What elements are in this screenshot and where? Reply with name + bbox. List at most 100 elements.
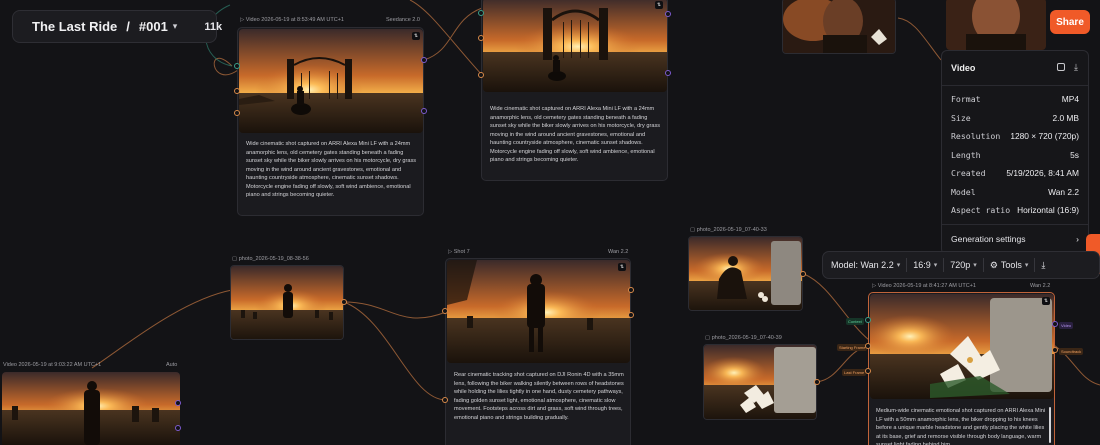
input-port[interactable] bbox=[865, 368, 871, 374]
image-node-thumbnail[interactable] bbox=[688, 236, 803, 311]
node-timestamp-label: Video 2026-05-19 at 9:03:22 AM UTC+1 bbox=[3, 362, 102, 368]
member-count: 11k bbox=[204, 20, 223, 33]
node-thumbnail bbox=[483, 0, 667, 92]
output-port[interactable] bbox=[628, 287, 634, 293]
node-prompt-text: Wide cinematic shot captured on ARRI Ale… bbox=[490, 106, 661, 163]
input-port[interactable] bbox=[865, 317, 871, 323]
generation-toolbar: Model: Wan 2.2 ▾ 16:9 ▾ 720p ▾ ⚙ Tools ▾ ⤓ bbox=[822, 251, 1100, 279]
node-thumbnail bbox=[870, 294, 1054, 399]
input-port[interactable] bbox=[442, 397, 448, 403]
image-icon: ▢ bbox=[232, 256, 239, 262]
input-port[interactable] bbox=[234, 63, 240, 69]
resolution-select[interactable]: 720p ▾ bbox=[950, 260, 977, 270]
output-port[interactable] bbox=[421, 57, 427, 63]
detail-row: Resolution 1280 × 720 (720p) bbox=[951, 131, 1079, 141]
chevron-down-icon: ▾ bbox=[933, 262, 938, 269]
project-title[interactable]: The Last Ride bbox=[32, 19, 117, 34]
detail-row: Model Wan 2.2 bbox=[951, 187, 1079, 197]
node-filename-label: ▢ photo_2026-05-19_07-40-39 bbox=[705, 335, 782, 341]
image-icon: ▢ bbox=[690, 227, 697, 233]
divider bbox=[1034, 258, 1036, 272]
node-prompt-text: Medium-wide cinematic emotional shot cap… bbox=[876, 408, 1046, 445]
last-frame-tag: Last Frame bbox=[842, 369, 867, 376]
input-port[interactable] bbox=[478, 72, 484, 78]
output-port[interactable] bbox=[1052, 321, 1058, 327]
node-title-label: ▷ Shot 7 bbox=[448, 249, 470, 255]
input-port[interactable] bbox=[478, 10, 484, 16]
node-filename-label: ▢ photo_2026-05-19_08-38-56 bbox=[232, 256, 309, 262]
panel-title: Video bbox=[951, 63, 976, 73]
context-tag: Context bbox=[846, 318, 864, 325]
output-port[interactable] bbox=[341, 299, 347, 305]
model-select[interactable]: Model: Wan 2.2 ▾ bbox=[831, 260, 900, 270]
video-details-panel: Video ⤓ Format MP4 Size 2.0 MB Resolution 1… bbox=[941, 50, 1089, 255]
node-menu-icon[interactable]: ⇅ bbox=[655, 1, 663, 9]
input-port[interactable] bbox=[234, 110, 240, 116]
episode-title[interactable]: #001 bbox=[139, 19, 168, 34]
node-prompt-text: Wide cinematic shot captured on ARRI Ale… bbox=[246, 141, 417, 198]
detail-row: Created 5/19/2026, 8:41 AM bbox=[951, 168, 1079, 178]
chevron-down-icon: ▾ bbox=[896, 262, 901, 269]
selected-video-node-card[interactable]: ⇅ Medium-wide cinematic emotional shot c… bbox=[868, 292, 1055, 445]
divider bbox=[943, 258, 945, 272]
video-node-card[interactable]: ⇅ Wide cinematic shot captured on ARRI A… bbox=[237, 27, 424, 216]
copy-icon[interactable] bbox=[1057, 63, 1066, 71]
tools-icon: ⚙ bbox=[989, 259, 998, 270]
chevron-down-icon[interactable]: ▾ bbox=[173, 21, 178, 32]
node-menu-icon[interactable]: ⇅ bbox=[1042, 297, 1050, 305]
output-port[interactable] bbox=[665, 11, 671, 17]
image-node-thumbnail[interactable] bbox=[946, 0, 1046, 50]
tools-menu[interactable]: ⚙ Tools ▾ bbox=[990, 260, 1029, 271]
scrollbar[interactable] bbox=[1049, 407, 1051, 443]
output-port[interactable] bbox=[800, 271, 806, 277]
chevron-right-icon: › bbox=[1076, 234, 1079, 244]
generation-settings-row[interactable]: Generation settings › bbox=[951, 234, 1079, 244]
download-icon[interactable]: ⤓ bbox=[1074, 63, 1078, 72]
divider bbox=[982, 258, 984, 272]
video-node-thumbnail[interactable] bbox=[2, 372, 180, 445]
soundtrack-output-tag: Soundtrack bbox=[1059, 348, 1084, 355]
detail-row: Aspect ratio Horizontal (16:9) bbox=[951, 205, 1079, 215]
output-port[interactable] bbox=[421, 108, 427, 114]
starting-frame-tag: Starting Frame bbox=[837, 344, 868, 351]
aspect-ratio-select[interactable]: 16:9 ▾ bbox=[913, 260, 937, 270]
node-menu-icon[interactable]: ⇅ bbox=[412, 32, 420, 40]
output-port[interactable] bbox=[1052, 347, 1058, 353]
detail-row: Size 2.0 MB bbox=[951, 113, 1079, 123]
node-timestamp-label: ▷ Video 2026-05-19 at 8:53:49 AM UTC+1 bbox=[240, 17, 344, 23]
chevron-down-icon: ▾ bbox=[973, 262, 977, 269]
video-node-card[interactable]: ⇅ Rear cinematic tracking shot captured … bbox=[445, 258, 631, 445]
node-model-label: Seedance 2.0 bbox=[386, 17, 420, 23]
node-thumbnail bbox=[239, 29, 423, 133]
node-filename-label: ▢ photo_2026-05-19_07-40-33 bbox=[690, 227, 767, 233]
node-model-label: Wan 2.2 bbox=[608, 249, 629, 255]
image-node-thumbnail[interactable] bbox=[703, 344, 817, 420]
output-port[interactable] bbox=[175, 400, 181, 406]
input-port[interactable] bbox=[865, 343, 871, 349]
node-prompt-text: Rear cinematic tracking shot captured on… bbox=[454, 372, 624, 421]
detail-row: Format MP4 bbox=[951, 94, 1079, 104]
output-port[interactable] bbox=[665, 70, 671, 76]
detail-row: Length 5s bbox=[951, 150, 1079, 160]
node-model-label: Wan 2.2 bbox=[1030, 283, 1051, 289]
divider bbox=[942, 224, 1088, 225]
input-port[interactable] bbox=[234, 88, 240, 94]
divider bbox=[906, 258, 908, 272]
input-port[interactable] bbox=[442, 308, 448, 314]
node-model-label: Auto bbox=[166, 362, 178, 368]
image-node-thumbnail[interactable] bbox=[230, 265, 344, 340]
output-port[interactable] bbox=[814, 379, 820, 385]
output-port[interactable] bbox=[628, 312, 634, 318]
share-button[interactable]: Share bbox=[1050, 10, 1090, 34]
node-thumbnail bbox=[447, 260, 630, 363]
node-timestamp-label: ▷ Video 2026-05-19 at 8:41:27 AM UTC+1 bbox=[872, 283, 976, 289]
divider bbox=[942, 85, 1088, 86]
input-port[interactable] bbox=[478, 35, 484, 41]
download-icon[interactable]: ⤓ bbox=[1041, 260, 1045, 271]
title-separator: / bbox=[126, 19, 130, 34]
output-port[interactable] bbox=[175, 425, 181, 431]
image-node-thumbnail[interactable] bbox=[782, 0, 896, 54]
node-menu-icon[interactable]: ⇅ bbox=[618, 263, 626, 271]
video-node-card[interactable]: ⇅ Wide cinematic shot captured on ARRI A… bbox=[481, 0, 668, 181]
image-icon: ▢ bbox=[705, 335, 712, 341]
